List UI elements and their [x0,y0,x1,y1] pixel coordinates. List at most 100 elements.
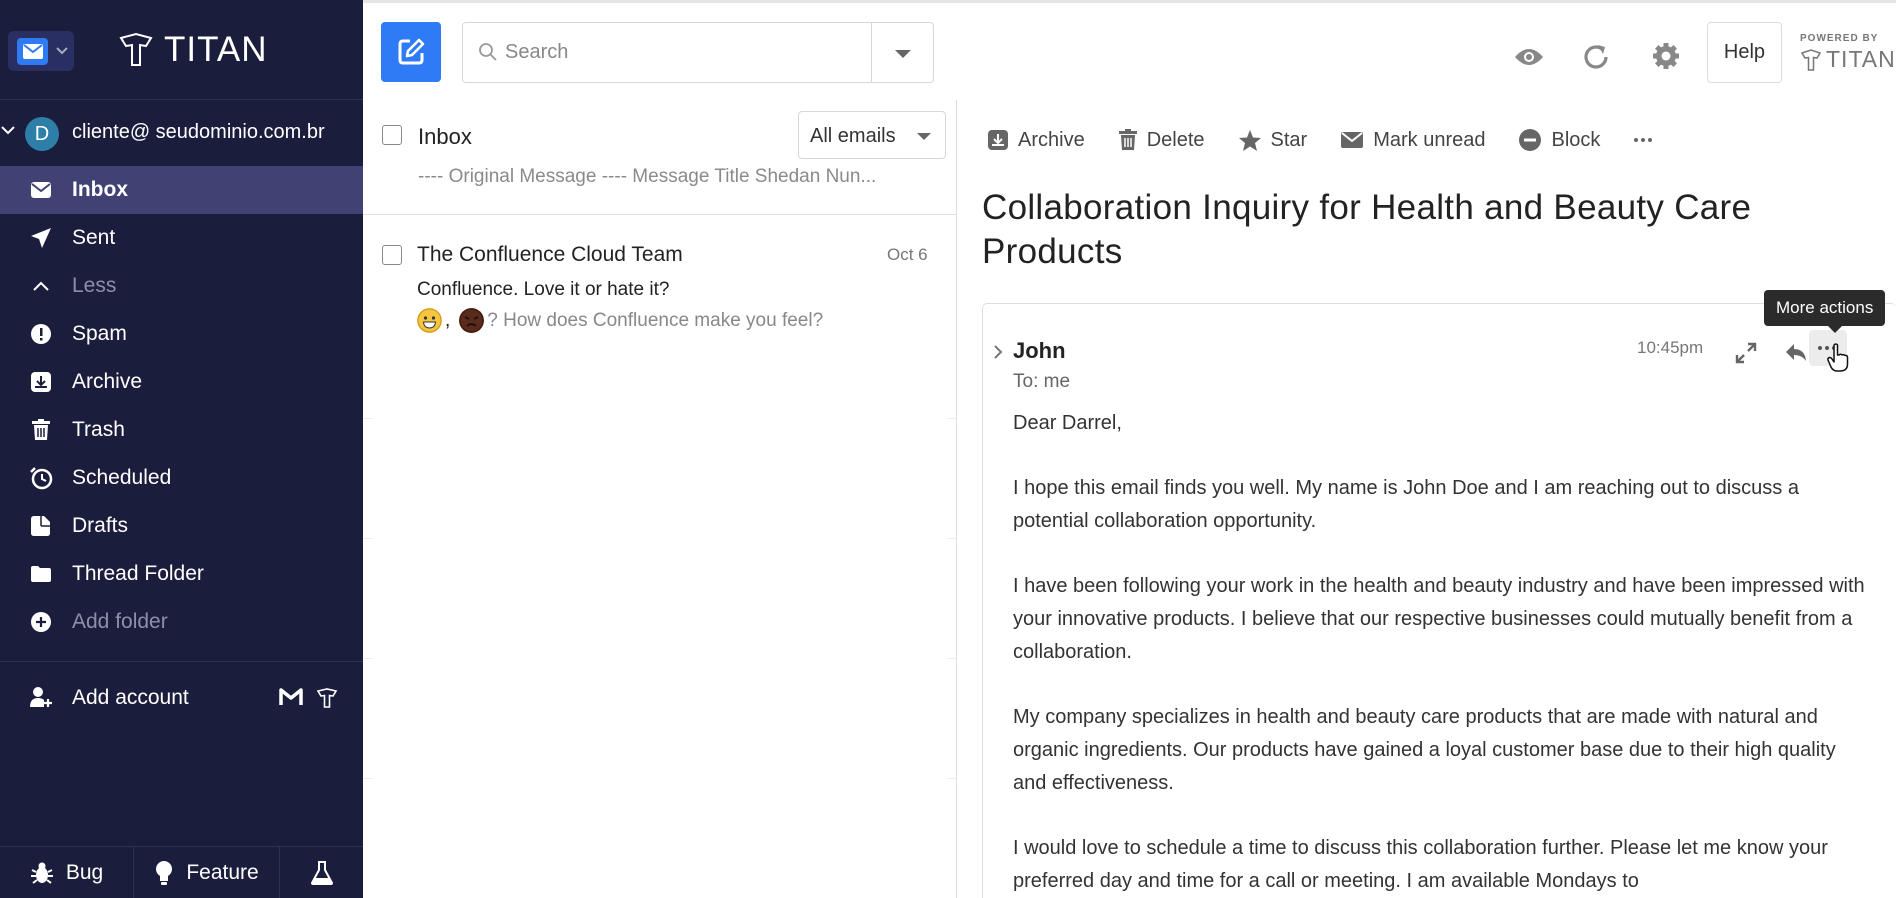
envelope-icon [1341,132,1364,148]
select-all-checkbox[interactable] [382,125,402,145]
draft-icon [29,514,53,538]
sidebar-item-less[interactable]: Less [0,262,363,310]
list-gridline [947,658,957,659]
archive-icon [988,130,1008,150]
sidebar-item-scheduled[interactable]: Scheduled [0,454,363,502]
mail-icon [17,37,48,65]
sidebar: TITAN D cliente@ seudominio.com.br Inbox… [0,0,363,898]
delete-label: Delete [1146,128,1205,151]
star-label: Star [1270,128,1308,151]
filter-dropdown[interactable]: All emails [798,111,946,159]
sidebar-item-add-folder[interactable]: Add folder [0,598,363,646]
archive-label: Archive [1018,128,1085,151]
preview-separator: , [445,309,451,331]
request-feature-button[interactable]: Feature [134,847,280,898]
lightbulb-icon [156,861,173,885]
archive-button[interactable]: Archive [987,129,1085,152]
help-button[interactable]: Help [1707,22,1782,83]
more-options-button[interactable] [1633,137,1653,143]
trash-icon [1118,129,1137,150]
refresh-icon[interactable] [1582,43,1610,71]
folder-nav: Inbox Sent Less Spam Archive Trash Sched… [0,166,363,646]
list-gridline [363,418,373,419]
chevron-right-icon[interactable] [993,344,1003,360]
block-button[interactable]: Block [1518,128,1600,152]
message-body: Dear Darrel, I hope this email finds you… [1013,407,1873,898]
message-card: John To: me 10:45pm Dear Darrel, I hope … [982,303,1896,898]
sidebar-item-trash[interactable]: Trash [0,406,363,454]
search-input[interactable]: Search [505,41,568,64]
message-recipient: To: me [1013,371,1071,392]
delete-button[interactable]: Delete [1118,129,1205,152]
body-paragraph: I would love to schedule a time to discu… [1013,837,1828,892]
caret-down-icon[interactable] [894,49,912,59]
ellipsis-icon [1634,138,1653,142]
reading-pane: Archive Delete Star Mark unread Block Co… [957,100,1896,898]
star-button[interactable]: Star [1238,128,1308,152]
search-icon [479,43,497,61]
bug-label: Bug [65,861,104,884]
bug-icon [30,862,53,884]
sidebar-item-spam[interactable]: Spam [0,310,363,358]
body-paragraph: Dear Darrel, [1013,412,1122,434]
email-sender: The Confluence Cloud Team [417,243,683,266]
compose-icon [398,38,425,65]
report-bug-button[interactable]: Bug [0,847,134,898]
list-gridline [947,778,957,779]
eye-icon[interactable] [1514,47,1544,67]
sidebar-item-label: Spam [72,322,127,345]
top-bar: Search Help POWERED BY TITAN [363,0,1896,100]
search-bar[interactable]: Search [462,22,934,83]
gear-icon[interactable] [1651,41,1681,71]
chevron-down-icon [1,126,15,135]
previous-email-snippet[interactable]: ---- Original Message ---- Message Title… [418,166,943,188]
sidebar-item-drafts[interactable]: Drafts [0,502,363,550]
sidebar-item-label: Archive [72,370,143,393]
search-divider [871,23,872,82]
compose-button[interactable] [381,22,441,82]
sidebar-item-label: Drafts [72,514,129,537]
sidebar-item-label: Add folder [72,610,168,633]
body-paragraph: I have been following your work in the h… [1013,575,1865,663]
sidebar-item-sent[interactable]: Sent [0,214,363,262]
email-checkbox[interactable] [382,245,402,265]
sidebar-item-archive[interactable]: Archive [0,358,363,406]
email-preview: , ? How does Confluence make you feel? [417,308,823,333]
app-switcher[interactable] [8,31,74,71]
list-header: Inbox All emails [363,100,957,170]
labs-button[interactable] [280,847,363,898]
sidebar-item-label: Sent [72,226,116,249]
message-toolbar: Archive Delete Star Mark unread Block [987,128,1686,152]
sidebar-item-inbox[interactable]: Inbox [0,166,363,214]
list-item[interactable]: The Confluence Cloud Team Oct 6 Confluen… [363,215,957,350]
sidebar-footer: Bug Feature [0,846,363,898]
message-sender: John [1013,338,1066,363]
star-icon [1238,129,1261,151]
powered-by-titan: POWERED BY TITAN [1800,33,1896,73]
angry-face-icon [459,308,485,333]
alert-circle-icon [29,322,53,346]
list-gridline [947,418,957,419]
titan-logo: TITAN [118,30,268,70]
account-row[interactable]: D cliente@ seudominio.com.br [0,100,363,166]
clock-icon [29,466,53,490]
sidebar-item-label: Trash [72,418,125,441]
archive-icon [29,370,53,394]
plus-circle-icon [29,610,53,634]
add-account-label: Add account [72,686,189,709]
mark-unread-button[interactable]: Mark unread [1340,129,1485,152]
feature-label: Feature [186,861,259,884]
caret-down-icon [917,133,931,140]
titan-account-icon[interactable] [316,688,338,708]
sidebar-item-thread-folder[interactable]: Thread Folder [0,550,363,598]
expand-icon[interactable] [1735,342,1757,364]
add-account-button[interactable]: Add account [0,674,363,722]
sidebar-item-label: Scheduled [72,466,172,489]
gmail-icon[interactable] [279,688,303,706]
reply-icon[interactable] [1784,342,1808,362]
email-subject: Confluence. Love it or hate it? [417,279,670,300]
folder-icon [29,562,53,586]
inbox-icon [29,178,53,202]
hand-pointer-icon [1827,343,1849,372]
trash-icon [29,418,53,442]
